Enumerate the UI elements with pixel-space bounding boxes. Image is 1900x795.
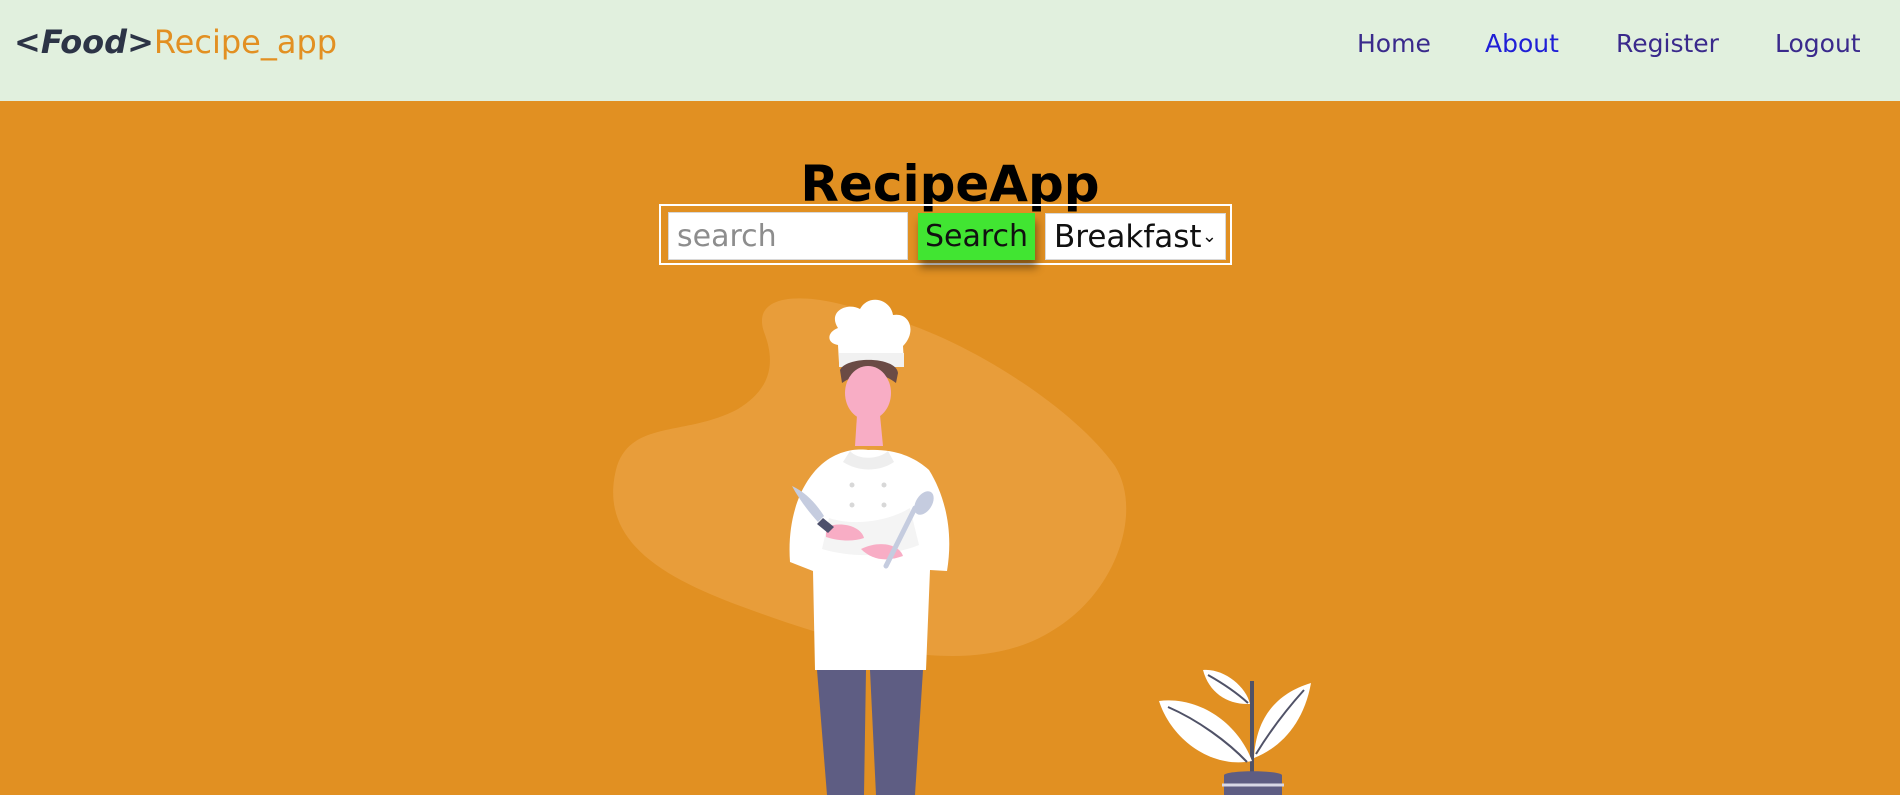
brand-name: Recipe_app — [153, 23, 338, 61]
navigation-bar: <Food>Recipe_app Home About Register Log… — [0, 0, 1900, 101]
plant-pot — [1224, 771, 1282, 795]
hero-section: RecipeApp Search Breakfast ⌄ — [0, 101, 1900, 795]
chef-coat — [789, 449, 950, 670]
nav-link-home[interactable]: Home — [1357, 31, 1431, 56]
chef-left-leg — [817, 670, 866, 795]
brand-tag: <Food> — [14, 23, 154, 61]
nav-link-register[interactable]: Register — [1616, 31, 1719, 56]
chef-face — [845, 366, 891, 420]
nav-link-about[interactable]: About — [1485, 31, 1559, 56]
plant-decoration — [1159, 669, 1311, 795]
nav-link-logout[interactable]: Logout — [1775, 31, 1861, 56]
chef-neck — [855, 415, 883, 446]
brand-logo[interactable]: <Food>Recipe_app — [14, 26, 337, 58]
chef-illustration — [613, 298, 1311, 795]
chef-right-leg — [870, 670, 923, 795]
plant-leaf-right — [1254, 683, 1311, 758]
